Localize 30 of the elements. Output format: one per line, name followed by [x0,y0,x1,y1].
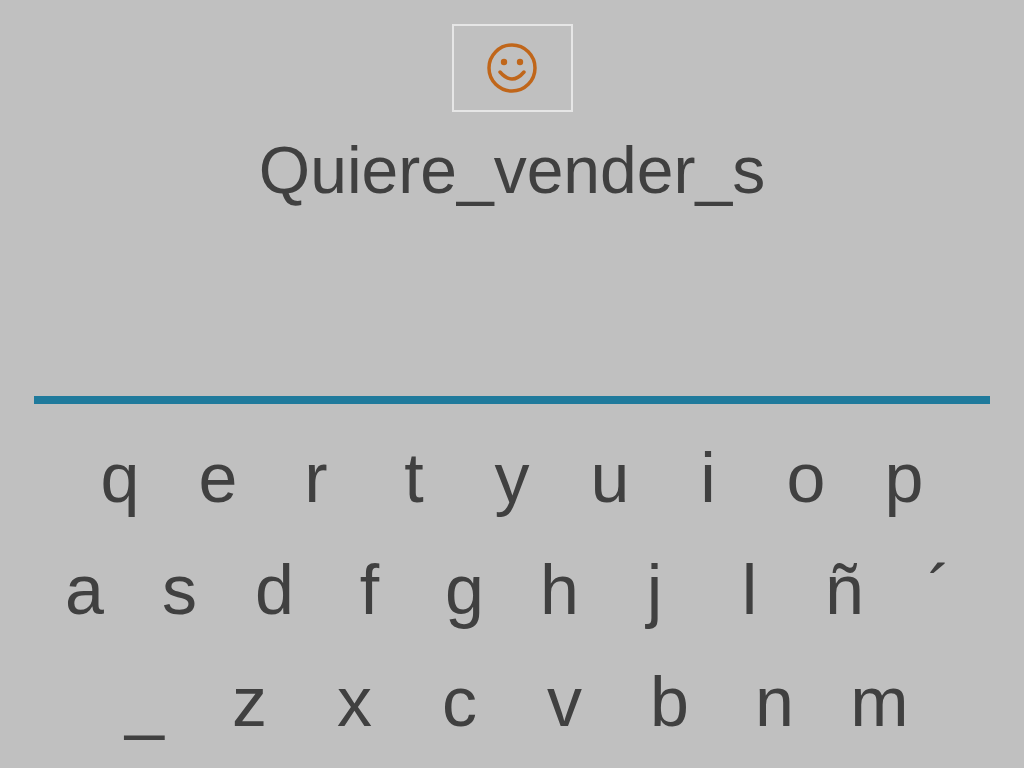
key-button[interactable]: ´ [892,538,987,642]
key-button[interactable]: l [702,538,797,642]
key-button[interactable]: n [722,650,827,754]
key-button[interactable]: b [617,650,722,754]
key-button[interactable]: ñ [797,538,892,642]
key-button[interactable]: h [512,538,607,642]
key-button[interactable]: v [512,650,617,754]
prompt-text: Quiere_vender_s [258,132,766,208]
key-button[interactable]: m [827,650,932,754]
key-button[interactable]: _ [92,650,197,754]
key-button[interactable]: i [659,426,757,530]
key-button[interactable]: s [132,538,227,642]
key-button[interactable]: a [37,538,132,642]
key-button[interactable]: q [71,426,169,530]
key-button[interactable]: e [169,426,267,530]
key-button[interactable]: y [463,426,561,530]
key-button[interactable]: r [267,426,365,530]
key-button[interactable]: o [757,426,855,530]
key-button[interactable]: z [197,650,302,754]
key-button[interactable]: x [302,650,407,754]
smiley-icon [486,42,538,94]
key-button[interactable]: j [607,538,702,642]
key-button[interactable]: u [561,426,659,530]
key-button[interactable]: p [855,426,953,530]
key-button[interactable]: d [227,538,322,642]
key-button[interactable]: t [365,426,463,530]
hint-button[interactable] [451,24,573,112]
key-button[interactable]: g [417,538,512,642]
key-button[interactable]: c [407,650,512,754]
key-button[interactable]: f [322,538,417,642]
